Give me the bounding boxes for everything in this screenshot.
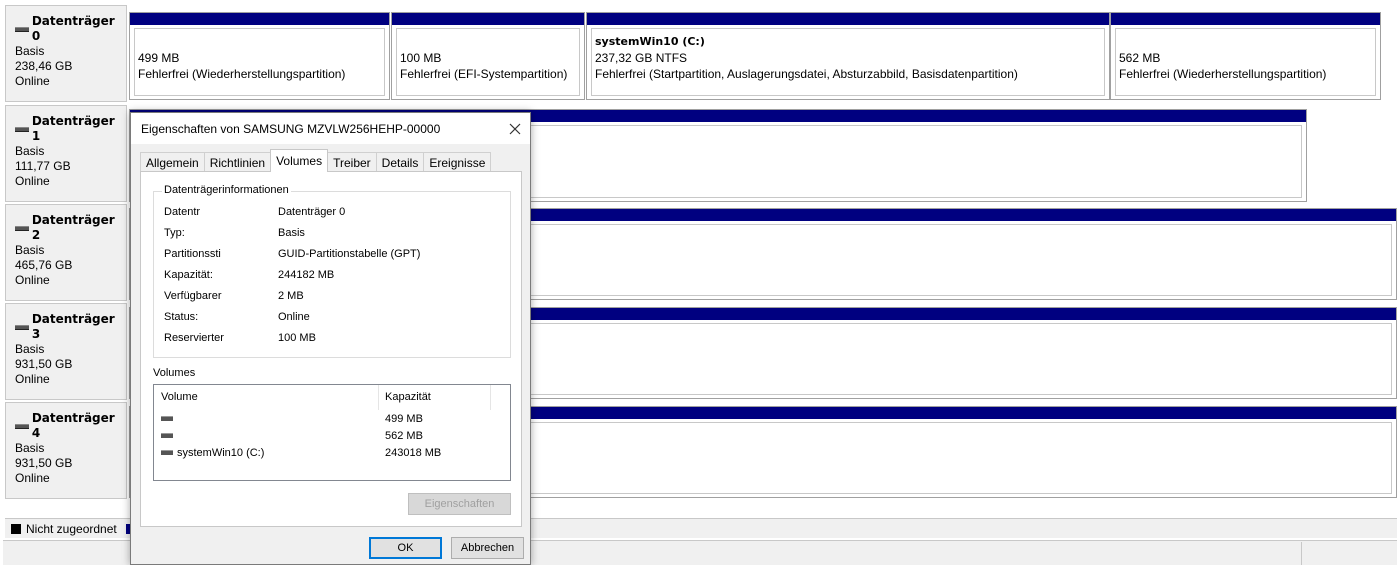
partition-size: 237,32 GB NTFS — [595, 51, 688, 65]
partition-status: Fehlerfrei (Startpartition, Auslagerungs… — [595, 67, 1018, 81]
partition-recovery-1[interactable]: 499 MB Fehlerfrei (Wiederherstellungspar… — [129, 12, 390, 100]
disk-3-label[interactable]: Datenträger 3 Basis 931,50 GB Online — [5, 303, 127, 400]
hard-disk-icon — [15, 324, 29, 330]
disk-type: Basis — [15, 243, 45, 257]
hard-disk-icon — [15, 423, 29, 429]
column-header-volume[interactable]: Volume — [154, 385, 379, 410]
info-key: Typ: — [164, 227, 185, 239]
info-value: 2 MB — [278, 290, 304, 302]
ok-button[interactable]: OK — [369, 537, 442, 559]
partition-name: systemWin10 (C:) — [595, 35, 705, 48]
dialog-title: Eigenschaften von SAMSUNG MZVLW256HEHP-0… — [141, 121, 441, 136]
disk-size: 931,50 GB — [15, 357, 73, 371]
info-row-reserved: Reservierter 100 MB — [164, 332, 316, 350]
hard-disk-icon — [15, 225, 29, 231]
disk-2-label[interactable]: Datenträger 2 Basis 465,76 GB Online — [5, 204, 127, 301]
disk-properties-dialog: Eigenschaften von SAMSUNG MZVLW256HEHP-0… — [130, 112, 531, 565]
info-value: Datenträger 0 — [278, 206, 346, 218]
drive-icon — [161, 450, 173, 455]
disk-status: Online — [15, 174, 50, 188]
disk-info-caption: Datenträgerinformationen — [162, 184, 291, 196]
tab-volumes[interactable]: Volumes — [270, 149, 329, 172]
disk-title: Datenträger 0 — [31, 14, 115, 43]
hard-disk-icon — [15, 126, 29, 132]
info-row-available: Verfügbarer 2 MB — [164, 290, 304, 308]
info-key: Status: — [164, 311, 199, 323]
volume-properties-button[interactable]: Eigenschaften — [408, 493, 511, 515]
volume-name: systemWin10 (C:) — [177, 446, 265, 459]
info-row-disk: Datentr Datenträger 0 — [164, 206, 345, 224]
disk-status: Online — [15, 471, 50, 485]
disk-size: 238,46 GB — [15, 59, 73, 73]
partition-status: Fehlerfrei (EFI-Systempartition) — [400, 67, 568, 81]
tab-details[interactable]: Details — [375, 152, 425, 172]
info-row-partition-style: Partitionssti GUID-Partitionstabelle (GPT… — [164, 248, 420, 266]
info-value: GUID-Partitionstabelle (GPT) — [278, 248, 421, 260]
volume-capacity: 243018 MB — [385, 446, 442, 459]
disk-size: 931,50 GB — [15, 456, 73, 470]
dialog-titlebar[interactable]: Eigenschaften von SAMSUNG MZVLW256HEHP-0… — [131, 113, 530, 144]
volumes-list[interactable]: Volume Kapazität 499 MB 562 MB systemWin… — [153, 384, 511, 481]
partition-status: Fehlerfrei (Wiederherstellungspartition) — [1119, 67, 1327, 81]
disk-size: 111,77 GB — [15, 159, 71, 173]
disk-1-label[interactable]: Datenträger 1 Basis 111,77 GB Online — [5, 105, 127, 202]
disk-title: Datenträger 1 — [31, 114, 115, 143]
disk-type: Basis — [15, 441, 45, 455]
hard-disk-icon — [15, 26, 29, 32]
disk-4-label[interactable]: Datenträger 4 Basis 931,50 GB Online — [5, 402, 127, 499]
info-row-capacity: Kapazität: 244182 MB — [164, 269, 334, 287]
partition-recovery-2[interactable]: 562 MB Fehlerfrei (Wiederherstellungspar… — [1110, 12, 1381, 100]
disk-status: Online — [15, 372, 50, 386]
disk-title: Datenträger 2 — [31, 213, 115, 242]
info-key: Partitionssti — [164, 248, 221, 260]
partition-efi[interactable]: 100 MB Fehlerfrei (EFI-Systempartition) — [391, 12, 585, 100]
partition-size: 562 MB — [1119, 51, 1161, 65]
disk-title: Datenträger 4 — [31, 411, 115, 440]
disk-status: Online — [15, 273, 50, 287]
info-row-status: Status: Online — [164, 311, 310, 329]
info-key: Datentr — [164, 206, 201, 218]
info-value: Online — [278, 311, 310, 323]
drive-icon — [161, 433, 173, 438]
column-header-capacity[interactable]: Kapazität — [379, 385, 491, 410]
unallocated-swatch — [11, 523, 21, 534]
info-value: Basis — [278, 227, 305, 239]
disk-info-group: Datenträgerinformationen Datentr Datenträ… — [153, 184, 511, 358]
info-value: 244182 MB — [278, 269, 335, 281]
tab-ereignisse[interactable]: Ereignisse — [423, 152, 492, 172]
tab-richtlinien[interactable]: Richtlinien — [203, 152, 272, 172]
info-key: Reservierter — [164, 332, 224, 344]
disk-title: Datenträger 3 — [31, 312, 115, 341]
partition-size: 499 MB — [138, 51, 180, 65]
disk-type: Basis — [15, 144, 45, 158]
info-key: Verfügbarer — [164, 290, 222, 302]
close-icon[interactable] — [500, 113, 530, 144]
volumes-caption: Volumes — [153, 367, 196, 379]
legend-unallocated-label: Nicht zugeordnet — [26, 521, 117, 536]
disk-size: 465,76 GB — [15, 258, 73, 272]
partition-status: Fehlerfrei (Wiederherstellungspartition) — [138, 67, 346, 81]
list-item[interactable]: systemWin10 (C:) 243018 MB — [154, 444, 510, 461]
volumes-list-header: Volume Kapazität — [154, 385, 510, 410]
list-item[interactable]: 499 MB — [154, 410, 510, 427]
disk-type: Basis — [15, 44, 45, 58]
volume-capacity: 562 MB — [385, 429, 423, 442]
info-key: Kapazität: — [164, 269, 213, 281]
disk-type: Basis — [15, 342, 45, 356]
cancel-button[interactable]: Abbrechen — [451, 537, 524, 559]
info-value: 100 MB — [278, 332, 316, 344]
tab-allgemein[interactable]: Allgemein — [140, 152, 205, 172]
tab-strip: Allgemein Richtlinien Volumes Treiber De… — [140, 149, 492, 172]
list-item[interactable]: 562 MB — [154, 427, 510, 444]
disk-status: Online — [15, 74, 50, 88]
partition-system-c[interactable]: systemWin10 (C:) 237,32 GB NTFS Fehlerfr… — [586, 12, 1110, 100]
volumes-tab-page: Datenträgerinformationen Datentr Datenträ… — [140, 171, 522, 527]
info-row-type: Typ: Basis — [164, 227, 305, 245]
tab-treiber[interactable]: Treiber — [327, 152, 377, 172]
disk-0-label[interactable]: Datenträger 0 Basis 238,46 GB Online — [5, 5, 127, 102]
volume-capacity: 499 MB — [385, 412, 423, 425]
drive-icon — [161, 416, 173, 421]
partition-size: 100 MB — [400, 51, 442, 65]
